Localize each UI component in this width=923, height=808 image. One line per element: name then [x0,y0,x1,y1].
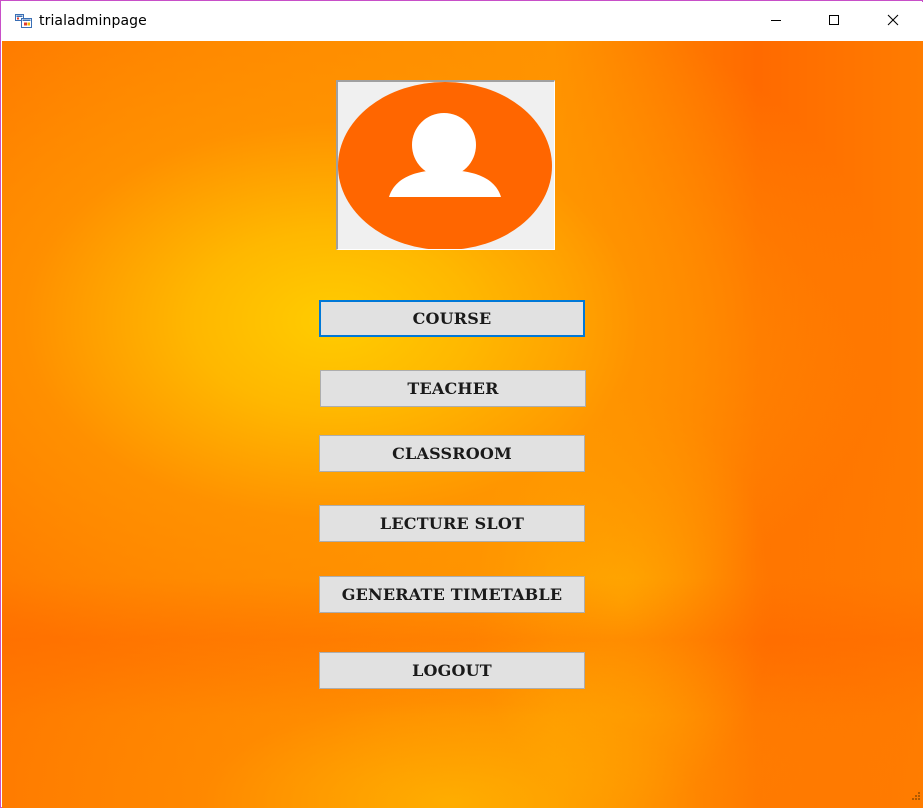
minimize-icon [770,13,782,31]
main-panel: COURSE TEACHER CLASSROOM LECTURE SLOT GE… [2,41,923,808]
window-title: trialadminpage [39,13,147,29]
classroom-button[interactable]: CLASSROOM [319,435,585,472]
title-bar[interactable]: trialadminpage [2,2,923,41]
app-icon [15,12,32,29]
lecture-slot-button[interactable]: LECTURE SLOT [319,505,585,542]
minimize-button[interactable] [747,2,805,41]
course-button[interactable]: COURSE [319,300,585,337]
generate-timetable-button[interactable]: GENERATE TIMETABLE [319,576,585,613]
app-window: trialadminpage COURSE TEACHER CLASSROOM … [0,0,923,808]
close-button[interactable] [864,2,922,41]
avatar-picturebox [336,80,555,250]
maximize-icon [828,13,840,31]
resize-grip-icon[interactable] [911,788,921,806]
logout-button[interactable]: LOGOUT [319,652,585,689]
close-icon [887,13,899,31]
maximize-button[interactable] [805,2,863,41]
teacher-button[interactable]: TEACHER [320,370,586,407]
